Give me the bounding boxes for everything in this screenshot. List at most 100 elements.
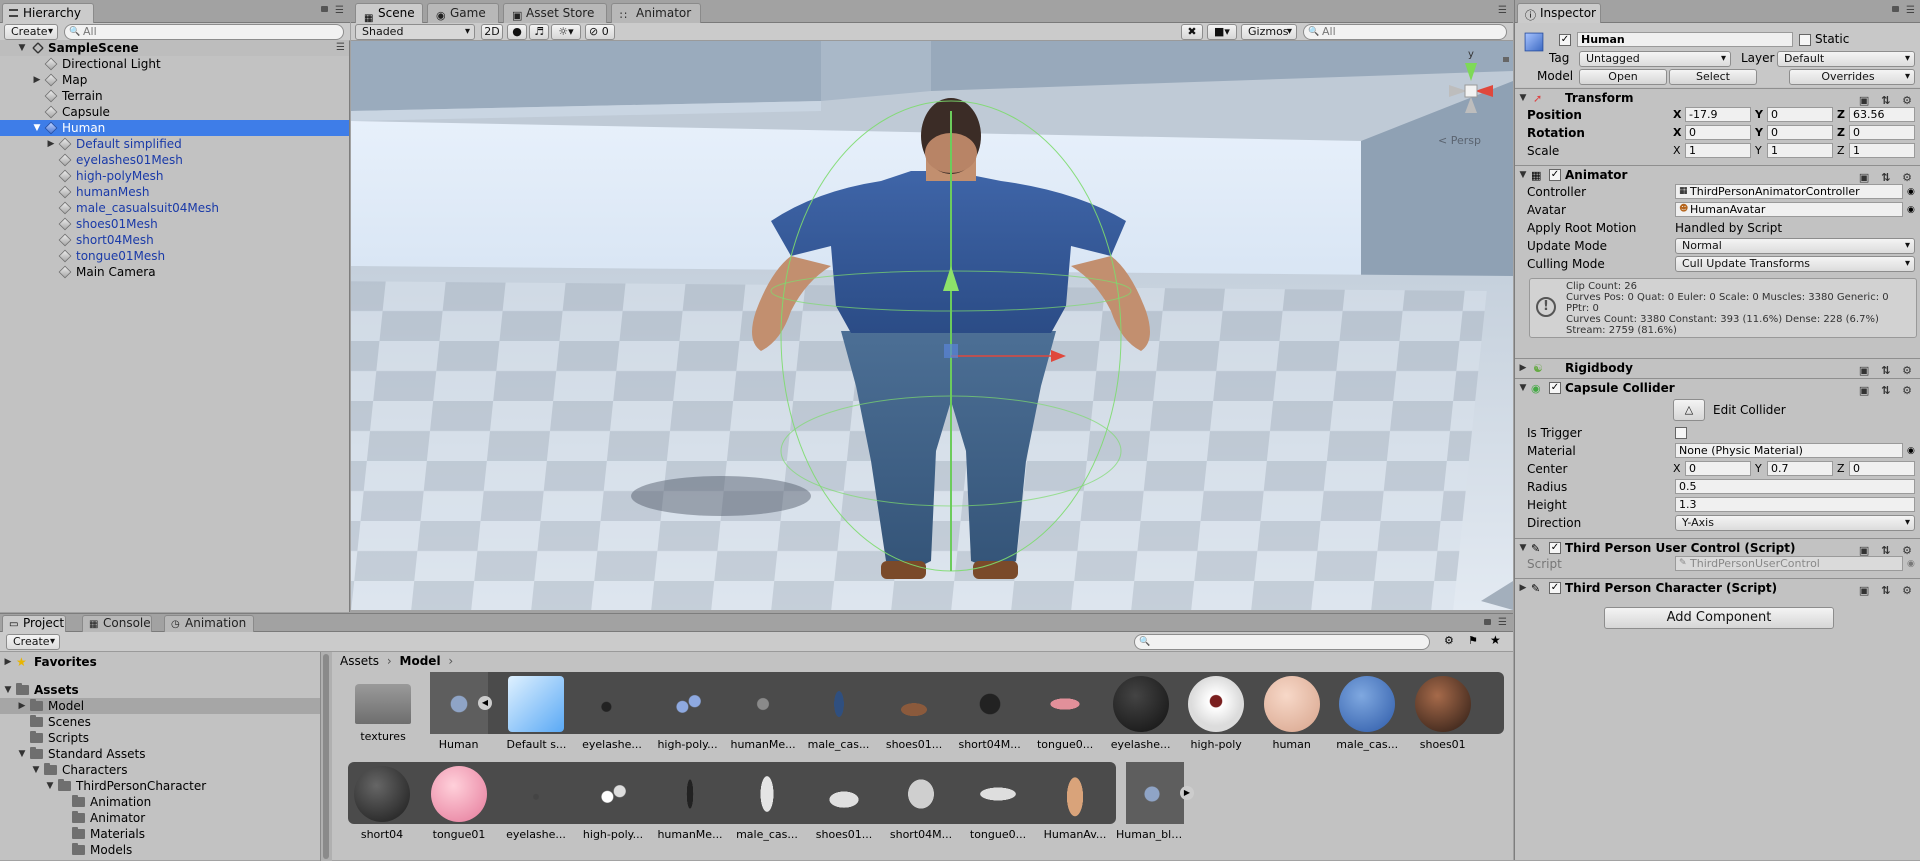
asset-tile[interactable]: human — [1256, 676, 1328, 751]
height-field[interactable]: 1.3 — [1675, 497, 1915, 512]
character-script-header[interactable]: ▶ ✎ ✓ Third Person Character (Script) ▣ … — [1515, 578, 1920, 597]
project-scrollbar[interactable] — [323, 654, 329, 859]
asset-tile[interactable]: short04M... — [885, 766, 957, 841]
hierarchy-item[interactable]: humanMesh — [0, 184, 349, 200]
center-x-field[interactable]: 0 — [1685, 461, 1751, 476]
tab-asset-store[interactable]: ▣ Asset Store — [503, 3, 607, 23]
asset-tile[interactable]: shoes01 — [1407, 676, 1479, 751]
component-tools-icons[interactable]: ▣ ⇅ ⚙ — [1859, 581, 1916, 600]
project-create-dropdown[interactable]: Create — [6, 634, 60, 650]
panel-menu-icon[interactable]: ☰ — [1498, 5, 1507, 16]
object-name-field[interactable]: Human — [1577, 32, 1793, 47]
asset-tile[interactable]: male_cas... — [731, 766, 803, 841]
hierarchy-item[interactable]: male_casualsuit04Mesh — [0, 200, 349, 216]
model-open-button[interactable]: Open — [1579, 69, 1667, 85]
layer-dropdown[interactable]: Default — [1777, 51, 1915, 67]
lock-icon[interactable] — [1892, 6, 1899, 12]
persp-label[interactable]: < Persp — [1438, 134, 1481, 147]
breadcrumb-assets[interactable]: Assets — [340, 654, 379, 668]
hierarchy-item[interactable]: eyelashes01Mesh — [0, 152, 349, 168]
tree-item[interactable]: Scripts — [0, 730, 320, 746]
tree-item[interactable]: ▼ Characters — [0, 762, 320, 778]
asset-tile[interactable]: male_cas... — [803, 676, 875, 751]
scene-viewport[interactable]: y < Persp — [351, 41, 1513, 610]
asset-tile[interactable]: high-poly — [1180, 676, 1252, 751]
center-y-field[interactable]: 0.7 — [1767, 461, 1833, 476]
center-z-field[interactable]: 0 — [1849, 461, 1915, 476]
filter-label-icon[interactable]: ⚑ — [1468, 634, 1478, 647]
panel-menu-icon[interactable]: ☰ — [1906, 5, 1915, 16]
tree-item[interactable]: Models — [0, 842, 320, 858]
expand-arrow-icon[interactable]: ▼ — [2, 682, 14, 698]
asset-tile[interactable]: textures — [347, 676, 419, 743]
expand-arrow-icon[interactable]: ▶ — [1517, 359, 1529, 378]
asset-tile[interactable]: Human — [423, 676, 495, 751]
rotation-z-field[interactable]: 0 — [1849, 125, 1915, 140]
active-checkbox[interactable]: ✓ — [1559, 34, 1571, 46]
hierarchy-search-input[interactable]: All — [64, 24, 344, 40]
lock-icon[interactable] — [1503, 57, 1509, 62]
user-control-enabled-checkbox[interactable]: ✓ — [1549, 542, 1561, 554]
asset-tile[interactable]: tongue01 — [423, 766, 495, 841]
tree-item[interactable]: Animator — [0, 810, 320, 826]
expand-arrow-icon[interactable]: ▼ — [44, 778, 56, 794]
audio-toggle-button[interactable]: ♬ — [529, 24, 549, 40]
static-checkbox[interactable] — [1799, 34, 1811, 46]
tree-assets[interactable]: ▼ Assets — [0, 682, 320, 698]
tab-game[interactable]: ◉ Game — [427, 3, 499, 23]
object-picker-icon[interactable]: ◉ — [1907, 442, 1915, 460]
add-component-button[interactable]: Add Component — [1604, 607, 1834, 629]
asset-tile[interactable]: eyelashe... — [576, 676, 648, 751]
asset-tile[interactable]: HumanAv... — [1039, 766, 1111, 841]
hierarchy-item[interactable]: Terrain — [0, 88, 349, 104]
asset-tile[interactable]: tongue0... — [962, 766, 1034, 841]
radius-field[interactable]: 0.5 — [1675, 479, 1915, 494]
tree-item[interactable]: Materials — [0, 826, 320, 842]
position-z-field[interactable]: 63.56 — [1849, 107, 1915, 122]
scene-row[interactable]: ▼ SampleScene ☰ — [0, 40, 349, 56]
rotation-x-field[interactable]: 0 — [1685, 125, 1751, 140]
hierarchy-item[interactable]: Directional Light — [0, 56, 349, 72]
edit-collider-button[interactable]: △ — [1673, 399, 1705, 421]
hidden-objects-button[interactable]: ⊘ 0 — [585, 24, 615, 40]
tab-hierarchy[interactable]: Hierarchy — [2, 3, 94, 23]
tab-scene[interactable]: ▦ Scene — [355, 3, 423, 24]
tab-animation[interactable]: ◷ Animation — [164, 615, 254, 632]
capsule-collider-header[interactable]: ▼ ◉ ✓ Capsule Collider ▣ ⇅ ⚙ — [1515, 378, 1920, 397]
2d-toggle-button[interactable]: 2D — [481, 24, 503, 40]
hierarchy-item[interactable]: ▶ Map — [0, 72, 349, 88]
tree-item[interactable]: Scenes — [0, 714, 320, 730]
asset-tile[interactable]: high-poly... — [577, 766, 649, 841]
tree-item[interactable]: Animation — [0, 794, 320, 810]
expand-arrow-icon[interactable]: ▶ — [2, 654, 14, 670]
scale-x-field[interactable]: 1 — [1685, 143, 1751, 158]
expand-arrow-icon[interactable]: ▶ — [45, 136, 57, 152]
tree-item[interactable]: ▼ ThirdPersonCharacter — [0, 778, 320, 794]
expand-arrow-icon[interactable]: ▼ — [16, 746, 28, 762]
asset-tile[interactable]: Human_ble... — [1116, 766, 1188, 841]
object-picker-icon[interactable]: ◉ — [1907, 183, 1915, 201]
position-y-field[interactable]: 0 — [1767, 107, 1833, 122]
hierarchy-item[interactable]: short04Mesh — [0, 232, 349, 248]
tab-project[interactable]: ▭ Project — [2, 615, 66, 632]
tab-animator[interactable]: ∷ Animator — [611, 3, 701, 23]
tab-console[interactable]: ▦ Console — [82, 615, 152, 632]
is-trigger-checkbox[interactable] — [1675, 427, 1687, 439]
transform-header[interactable]: ▼ ➚ Transform ▣ ⇅ ⚙ — [1515, 88, 1920, 107]
position-x-field[interactable]: -17.9 — [1685, 107, 1751, 122]
breadcrumb-model[interactable]: Model — [400, 654, 441, 668]
animator-enabled-checkbox[interactable]: ✓ — [1549, 169, 1561, 181]
tools-button[interactable]: ✖ — [1181, 24, 1203, 40]
project-search-input[interactable] — [1134, 634, 1430, 650]
filter-type-icon[interactable]: ⚙ — [1444, 634, 1454, 647]
component-tools-icons[interactable]: ▣ ⇅ ⚙ — [1859, 381, 1916, 400]
material-field[interactable]: None (Physic Material) — [1675, 443, 1903, 458]
character-script-enabled-checkbox[interactable]: ✓ — [1549, 582, 1561, 594]
asset-tile[interactable]: tongue0... — [1029, 676, 1101, 751]
panel-menu-icon[interactable]: ☰ — [335, 5, 344, 16]
hierarchy-item[interactable]: Main Camera — [0, 264, 349, 280]
tab-inspector[interactable]: ⓘ Inspector — [1517, 3, 1601, 23]
hierarchy-item[interactable]: tongue01Mesh — [0, 248, 349, 264]
controller-field[interactable]: ▦ ThirdPersonAnimatorController — [1675, 184, 1903, 199]
asset-tile[interactable]: humanMe... — [654, 766, 726, 841]
